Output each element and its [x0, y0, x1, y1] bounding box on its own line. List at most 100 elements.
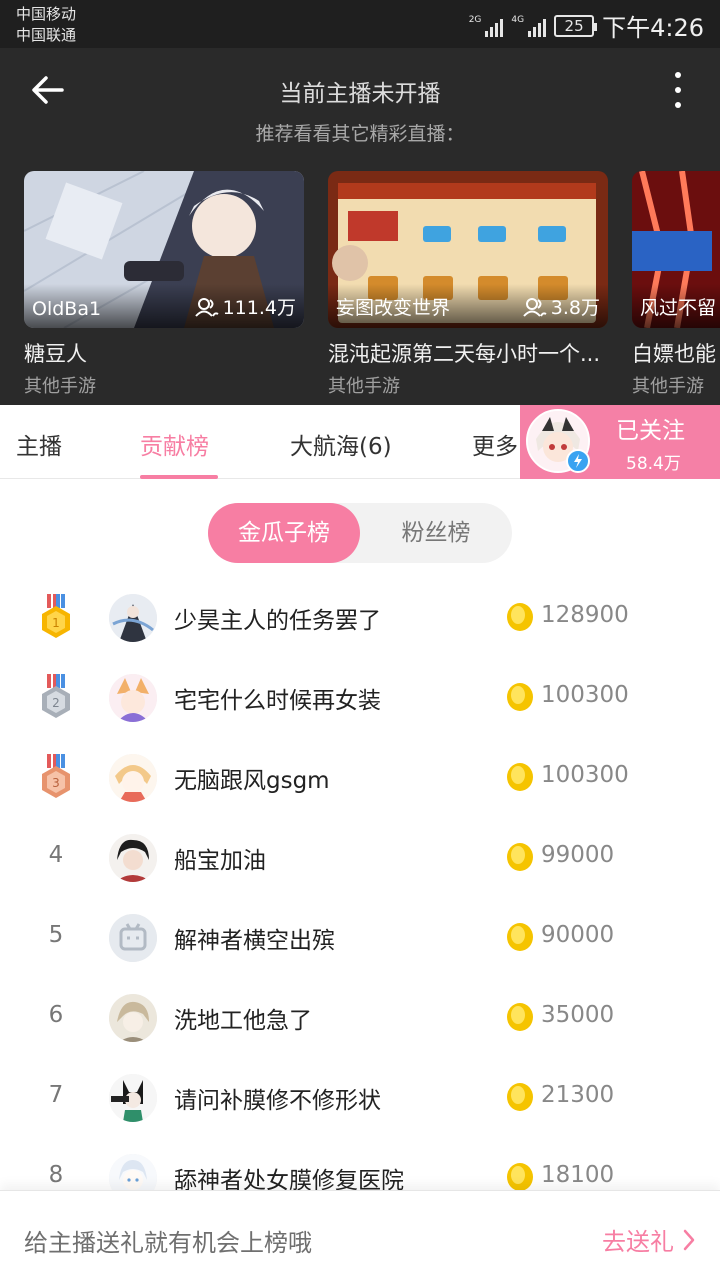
- card-title: 白嫖也能: [632, 342, 716, 366]
- send-gift-button[interactable]: 去送礼: [602, 1222, 696, 1257]
- carrier-1: 中国移动: [16, 5, 77, 23]
- rank-number: 6: [48, 1002, 64, 1028]
- viewers-icon: [523, 297, 547, 317]
- gold-seed-icon: [507, 603, 533, 631]
- gift-hint-text: 给主播送礼就有机会上榜哦: [24, 1229, 312, 1257]
- rank-row[interactable]: 6 洗地工他急了 35000: [0, 978, 720, 1058]
- silver-medal-icon: 2: [42, 674, 70, 718]
- offline-title: 当前主播未开播: [279, 81, 441, 107]
- verified-icon: [566, 449, 590, 473]
- card-view-count: 111.4万: [222, 297, 296, 319]
- rank-row[interactable]: 7 请问补膜修不修形状 21300: [0, 1058, 720, 1138]
- recommend-card[interactable]: OldBa1 111.4万 糖豆人 其他手游: [24, 171, 304, 398]
- rank-number: 7: [48, 1082, 64, 1108]
- gold-rank-button[interactable]: 金瓜子榜: [208, 503, 360, 563]
- room-tabs: 主播 贡献榜 大航海(6) 更多 已关注 58.4万: [0, 405, 720, 479]
- follow-button[interactable]: 已关注 58.4万: [520, 405, 720, 479]
- avatar[interactable]: [109, 914, 157, 962]
- gold-seed-icon: [507, 1163, 533, 1191]
- user-name: 少昊主人的任务罢了: [174, 608, 381, 634]
- user-name: 请问补膜修不修形状: [174, 1088, 381, 1114]
- recommend-subtitle: 推荐看看其它精彩直播：: [255, 123, 465, 145]
- rank-number: 8: [48, 1162, 64, 1188]
- contribution-score: 18100: [541, 1162, 615, 1188]
- rank-number: 4: [48, 842, 64, 868]
- gold-seed-icon: [507, 843, 533, 871]
- avatar[interactable]: [109, 594, 157, 642]
- tab-more[interactable]: 更多: [472, 427, 518, 461]
- contribution-score: 35000: [541, 1002, 615, 1028]
- avatar[interactable]: [109, 754, 157, 802]
- avatar[interactable]: [109, 834, 157, 882]
- card-viewers: 111.4万: [194, 293, 296, 320]
- viewers-icon: [194, 297, 219, 317]
- more-dots-icon: [675, 72, 681, 78]
- card-streamer-name: 风过不留: [640, 297, 717, 319]
- gift-prompt-bar: 给主播送礼就有机会上榜哦 去送礼: [0, 1190, 720, 1280]
- card-thumbnail: 妄图改变世界 3.8万: [328, 171, 608, 328]
- contribution-score: 100300: [541, 762, 629, 788]
- tab-anchor[interactable]: 主播: [16, 427, 62, 461]
- carrier-2: 中国联通: [16, 26, 77, 44]
- offline-header: 当前主播未开播 推荐看看其它精彩直播： OldBa1 111.4万 糖豆人 其他…: [0, 48, 720, 405]
- rank-row[interactable]: 5 解神者横空出殡 90000: [0, 898, 720, 978]
- avatar[interactable]: [109, 674, 157, 722]
- card-streamer-name: 妄图改变世界: [336, 297, 451, 319]
- recommend-card[interactable]: 风过不留 白嫖也能 其他手游: [632, 171, 720, 398]
- recommend-card[interactable]: 妄图改变世界 3.8万 混沌起源第二天每小时一个... 其他手游: [328, 171, 608, 398]
- signal-1-label: 2G: [468, 14, 482, 25]
- gold-seed-icon: [507, 1003, 533, 1031]
- rank-row[interactable]: 2 宅宅什么时候再女装 100300: [0, 658, 720, 738]
- gold-medal-icon: 1: [42, 594, 70, 638]
- card-category: 其他手游: [24, 376, 96, 397]
- send-gift-label: 去送礼: [602, 1228, 674, 1256]
- contribution-score: 90000: [541, 922, 615, 948]
- more-options-button[interactable]: [672, 70, 684, 110]
- follow-status: 已关注: [616, 418, 685, 444]
- card-view-count: 3.8万: [550, 297, 600, 319]
- avatar[interactable]: [109, 1074, 157, 1122]
- carrier-info: 中国移动 中国联通: [16, 4, 76, 46]
- signal-4g-icon: 4G: [511, 14, 547, 37]
- gold-seed-icon: [507, 683, 533, 711]
- card-thumbnail: 风过不留: [632, 171, 720, 328]
- rank-row[interactable]: 3 无脑跟风gsgm 100300: [0, 738, 720, 818]
- signal-2-label: 4G: [511, 14, 525, 25]
- rank-row[interactable]: 1 少昊主人的任务罢了 128900: [0, 578, 720, 658]
- fans-rank-button[interactable]: 粉丝榜: [360, 503, 512, 563]
- active-tab-indicator: [140, 475, 218, 479]
- chevron-right-icon: [683, 1229, 695, 1250]
- follower-count: 58.4万: [626, 454, 681, 474]
- user-name: 宅宅什么时候再女装: [174, 688, 381, 714]
- recommendation-list: OldBa1 111.4万 糖豆人 其他手游 妄图改变世界 3.8万 混沌起源第…: [24, 171, 720, 401]
- status-icons: 2G 4G 25 下午4:26: [469, 8, 704, 43]
- card-category: 其他手游: [328, 376, 400, 397]
- battery-icon: 25: [554, 14, 598, 37]
- gold-seed-icon: [507, 923, 533, 951]
- card-viewers: 3.8万: [523, 293, 600, 320]
- bronze-medal-icon: 3: [42, 754, 70, 798]
- rank-row[interactable]: 4 船宝加油 99000: [0, 818, 720, 898]
- card-title: 混沌起源第二天每小时一个...: [328, 342, 601, 366]
- status-bar: 中国移动 中国联通 2G 4G 25 下午4:26: [0, 0, 720, 48]
- tab-voyage[interactable]: 大航海(6): [290, 427, 392, 461]
- user-name: 解神者横空出殡: [174, 928, 335, 954]
- rank-number: 5: [48, 922, 64, 948]
- svg-text:1: 1: [52, 616, 60, 630]
- signal-icon: 2G: [469, 15, 504, 37]
- card-thumbnail: OldBa1 111.4万: [24, 171, 304, 328]
- svg-text:3: 3: [52, 776, 60, 790]
- user-name: 洗地工他急了: [174, 1008, 312, 1034]
- card-streamer-name: OldBa1: [32, 298, 102, 320]
- tab-contribution[interactable]: 贡献榜: [140, 427, 209, 461]
- card-title: 糖豆人: [24, 342, 87, 366]
- avatar[interactable]: [109, 994, 157, 1042]
- user-name: 无脑跟风gsgm: [174, 768, 330, 794]
- gold-seed-icon: [507, 763, 533, 791]
- rank-type-toggle: 金瓜子榜 粉丝榜: [208, 503, 512, 563]
- card-category: 其他手游: [632, 376, 704, 397]
- clock: 下午4:26: [602, 14, 704, 42]
- gold-seed-icon: [507, 1083, 533, 1111]
- contribution-score: 100300: [541, 682, 629, 708]
- contribution-score: 21300: [541, 1082, 615, 1108]
